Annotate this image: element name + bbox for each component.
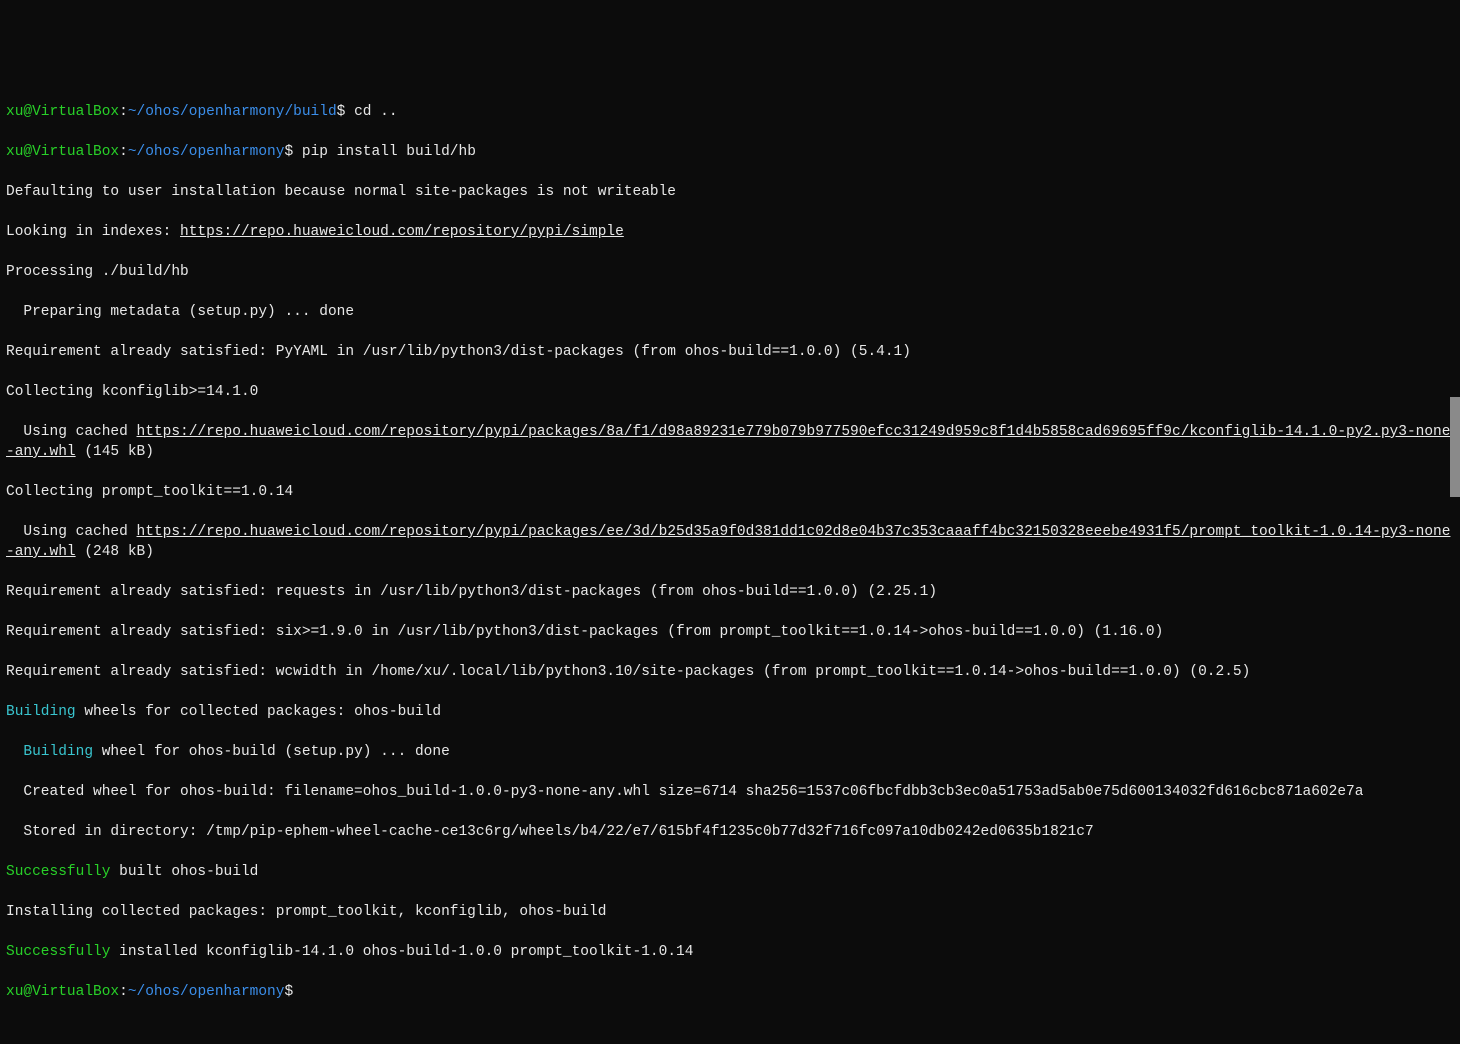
prompt-path: ~/ohos/openharmony/build [128,104,337,120]
output-line: Collecting prompt_toolkit==1.0.14 [6,482,1454,502]
success-label: Successfully [6,944,110,960]
prompt-line-3[interactable]: xu@VirtualBox:~/ohos/openharmony$ [6,982,1454,1002]
output-line: Looking in indexes: https://repo.huaweic… [6,222,1454,242]
output-line: Successfully installed kconfiglib-14.1.0… [6,942,1454,962]
command-text: cd .. [354,104,398,120]
output-line: Stored in directory: /tmp/pip-ephem-whee… [6,822,1454,842]
output-line: Requirement already satisfied: requests … [6,582,1454,602]
terminal-output[interactable]: xu@VirtualBox:~/ohos/openharmony/build$ … [6,82,1454,1022]
output-line: Requirement already satisfied: wcwidth i… [6,662,1454,682]
prompt-user: xu@VirtualBox [6,984,119,1000]
output-line: Requirement already satisfied: six>=1.9.… [6,622,1454,642]
output-line: Created wheel for ohos-build: filename=o… [6,782,1454,802]
output-line: Defaulting to user installation because … [6,182,1454,202]
output-line: Collecting kconfiglib>=14.1.0 [6,382,1454,402]
prompt-user: xu@VirtualBox [6,104,119,120]
output-line: Using cached https://repo.huaweicloud.co… [6,422,1454,462]
output-line: Processing ./build/hb [6,262,1454,282]
command-text: pip install build/hb [302,144,476,160]
scrollbar-thumb[interactable] [1450,397,1460,497]
package-url-link[interactable]: https://repo.huaweicloud.com/repository/… [6,424,1450,460]
output-line: Building wheel for ohos-build (setup.py)… [6,742,1454,762]
prompt-line-2: xu@VirtualBox:~/ohos/openharmony$ pip in… [6,142,1454,162]
output-line: Successfully built ohos-build [6,862,1454,882]
package-url-link[interactable]: https://repo.huaweicloud.com/repository/… [6,524,1450,560]
prompt-user: xu@VirtualBox [6,144,119,160]
output-line: Using cached https://repo.huaweicloud.co… [6,522,1454,562]
prompt-line-1: xu@VirtualBox:~/ohos/openharmony/build$ … [6,102,1454,122]
building-label: Building [6,744,93,760]
output-line: Installing collected packages: prompt_to… [6,902,1454,922]
prompt-path: ~/ohos/openharmony [128,144,285,160]
output-line: Building wheels for collected packages: … [6,702,1454,722]
index-url-link[interactable]: https://repo.huaweicloud.com/repository/… [180,224,624,240]
building-label: Building [6,704,76,720]
success-label: Successfully [6,864,110,880]
output-line: Requirement already satisfied: PyYAML in… [6,342,1454,362]
prompt-path: ~/ohos/openharmony [128,984,285,1000]
output-line: Preparing metadata (setup.py) ... done [6,302,1454,322]
